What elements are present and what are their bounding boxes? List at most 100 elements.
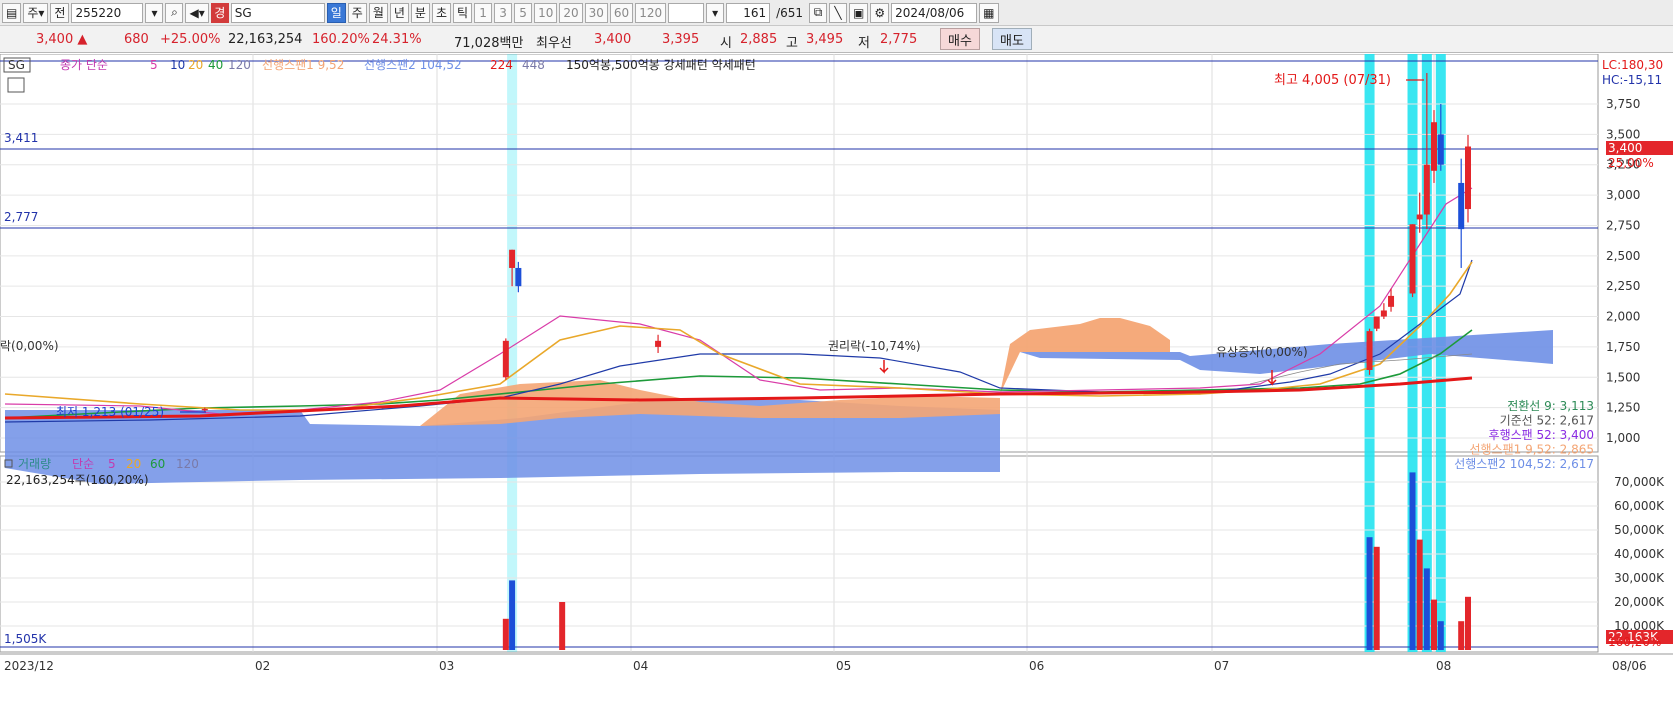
ma-legend-period: 120 [228,58,251,72]
volume-ma-period: 5 [108,457,116,471]
volume-ma-period: 60 [150,457,165,471]
toolbar: ▤ 주 ▾ 전 255220 ▾ ⌕ ◀▾ 경 SG 일주월년분초틱 1 3 5 10 2… [0,0,1673,26]
volume-bar [1409,472,1416,650]
x-tick-label: 08/06 [1612,659,1647,673]
market-select[interactable]: 주 ▾ [23,2,49,23]
candle-body [509,249,516,268]
volume-ma-period: 20 [126,457,141,471]
paid-in-annotation: 유상증자(0,00%) [1216,345,1308,359]
ma-legend-period: 10 [170,58,185,72]
low-price: 2,775 [880,32,918,47]
speaker-icon[interactable]: ◀▾ [185,2,209,23]
interval-tab-5[interactable]: 5 [514,2,533,23]
code-dropdown-icon[interactable]: ▾ [145,2,164,23]
ichimoku-legend-item: 선행스팬1 9,52: 2,865 [1469,442,1594,457]
volume-level-label: 1,505K [4,632,47,646]
open-label: 시 [720,36,732,51]
volume-tick-label: 50,000K [1614,523,1665,537]
x-tick-label: 2023/12 [4,659,54,673]
price-tick-label: 1,250 [1606,401,1640,415]
ichimoku-legend-item: 후행스팬 52: 3,400 [1489,427,1594,442]
market-label: 주 [27,6,39,20]
period-tab-1[interactable]: 주 [347,2,367,23]
level-label-lower: 2,777 [4,210,38,224]
interval-tab-10[interactable]: 10 [534,2,558,23]
ma-legend-period: 5 [150,58,158,72]
volume-tick-label: 60,000K [1614,499,1665,513]
blank-select[interactable] [668,2,705,23]
price-tick-label: 2,750 [1606,218,1640,232]
interval-tab-1[interactable]: 1 [474,2,493,23]
x-tick-label: 08 [1436,659,1451,673]
period-tab-0[interactable]: 일 [326,2,346,23]
name-input[interactable]: SG [230,2,325,23]
high-label: 고 [786,36,798,51]
candle-body [1380,310,1387,317]
open-price: 2,885 [740,32,778,47]
turnover: 24.31% [372,32,422,47]
volume-bar [1373,546,1380,650]
candle-body [1458,182,1465,230]
span1-legend: 선행스팬1 9,52 [262,57,344,72]
candle-body [1423,164,1430,215]
volume-ma-title: 단순 [72,457,94,471]
interval-tab-20[interactable]: 20 [559,2,583,23]
calendar-icon[interactable]: ▦ [979,2,999,23]
price-change: 680 [124,32,149,47]
volume-tick-label: 70,000K [1614,475,1665,489]
candle-body [1366,331,1373,370]
price-tick-label: 3,750 [1606,97,1640,111]
span-extra-448: 448 [522,58,545,72]
buy-button[interactable]: 매수 [940,28,980,50]
lc-label: LC:180,30 [1602,58,1663,72]
period-tab-4[interactable]: 분 [410,2,430,23]
current-pct-tag: 25,00% [1608,156,1654,170]
code-input[interactable]: 255220 [71,2,144,23]
split-annotation-left: 락(0,00%) [0,339,59,353]
volume-value: 22,163,254 [228,32,303,47]
candle-body [1465,146,1471,210]
ma-legend-period: 40 [208,58,223,72]
candle-body [1409,224,1416,294]
candle-body [1437,134,1444,165]
hc-label: HC:-15,11 [1602,73,1662,87]
interval-tab-120[interactable]: 120 [635,2,667,23]
blank-dropdown-icon[interactable]: ▾ [706,2,725,23]
x-tick-label: 06 [1029,659,1044,673]
interval-tab-3[interactable]: 3 [494,2,513,23]
price-tick-label: 1,000 [1606,431,1640,445]
sell-button[interactable]: 매도 [992,28,1032,50]
volume-tick-label: 40,000K [1614,547,1665,561]
stock-chart[interactable]: 1,000 1,250 1,500 1,750 2,000 2,250 2,500 2,750… [0,54,1673,720]
interval-tab-30[interactable]: 30 [584,2,608,23]
volume-bar [1437,621,1444,650]
pattern-legend: 150억봉,500억봉 강세패턴 약세패턴 [566,57,756,72]
candle-body [1388,295,1395,307]
period-tab-5[interactable]: 초 [431,2,452,23]
save-icon[interactable]: ▣ [849,2,869,23]
gear-icon[interactable]: ⚙ [870,2,890,23]
volume-tick-label: 20,000K [1614,595,1665,609]
interval-tabs: 1 3 5 10 20 30 60 120 [474,2,667,23]
ask-price: 3,400 [594,32,632,47]
candle-body [502,340,509,378]
rights-annotation: 권리락(-10,74%) [828,339,921,353]
volume-bar [1366,537,1373,650]
candle-settings-icon[interactable]: ⧉ [809,2,828,23]
line-tool-icon[interactable]: ╲ [829,2,848,23]
volume-bar [1423,568,1430,650]
period-tab-2[interactable]: 월 [368,2,388,23]
date-input[interactable]: 2024/08/06 [891,2,978,23]
search-icon[interactable]: ⌕ [165,2,184,23]
count-input[interactable]: 161 [726,2,771,23]
volume-bar [1465,596,1471,650]
x-tick-label: 02 [255,659,270,673]
layout-icon[interactable]: ▤ [2,2,22,23]
price-tick-label: 3,000 [1606,188,1640,202]
interval-tab-60[interactable]: 60 [609,2,634,23]
candle-body [1416,214,1423,220]
prev-button[interactable]: 전 [50,2,70,23]
x-tick-label: 04 [633,659,648,673]
period-tab-3[interactable]: 년 [389,2,409,23]
period-tab-6[interactable]: 틱 [453,2,473,23]
